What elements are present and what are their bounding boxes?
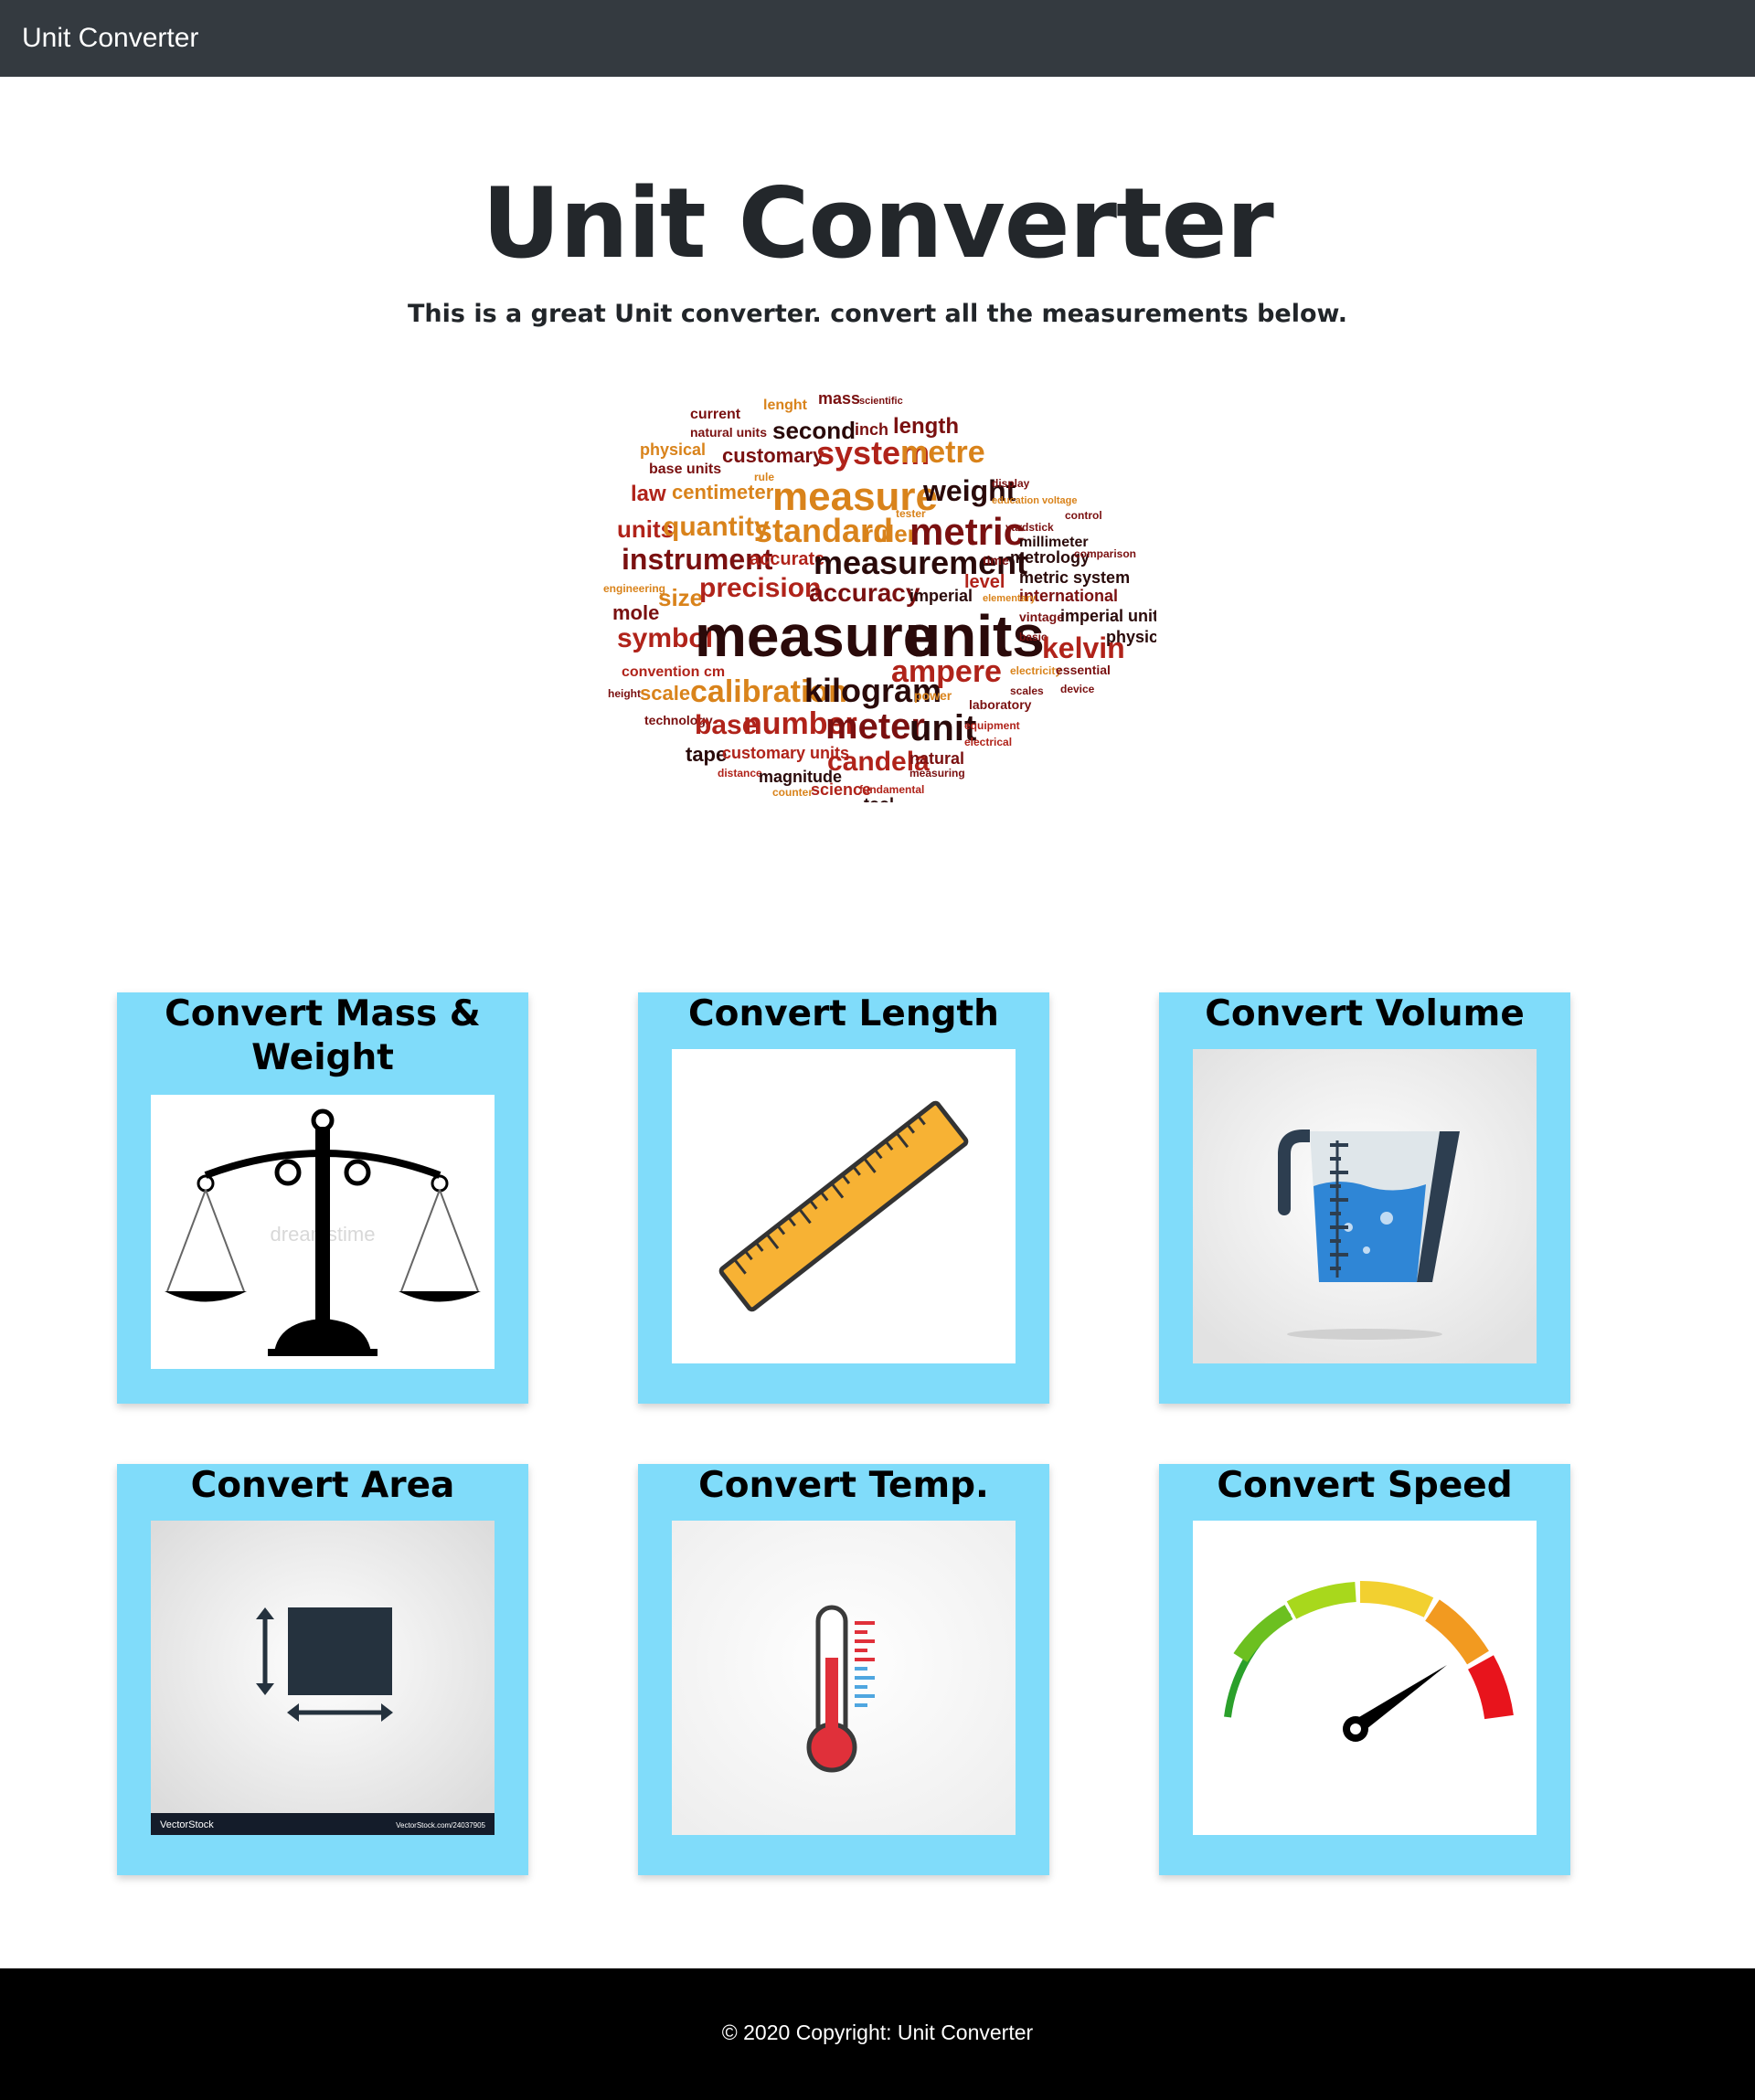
ruler-icon — [672, 1049, 1016, 1363]
svg-text:centimeter: centimeter — [672, 481, 774, 504]
svg-text:physical: physical — [640, 440, 706, 459]
svg-text:law: law — [631, 482, 666, 506]
svg-text:scientific: scientific — [859, 396, 903, 407]
svg-text:yardstick: yardstick — [1005, 521, 1054, 534]
balance-scale-icon: dreamstime — [151, 1095, 495, 1369]
svg-text:imperial: imperial — [909, 587, 973, 605]
svg-text:tape: tape — [686, 743, 727, 766]
svg-text:natural: natural — [909, 749, 964, 768]
svg-text:natural units: natural units — [690, 425, 767, 440]
card-title: Convert Length — [688, 993, 999, 1034]
svg-text:power: power — [914, 688, 952, 703]
svg-text:essential: essential — [1056, 663, 1111, 677]
svg-text:physics: physics — [1106, 628, 1156, 646]
svg-text:vintage: vintage — [1019, 610, 1064, 624]
svg-text:electrical: electrical — [964, 736, 1012, 748]
svg-text:metric system: metric system — [1019, 568, 1130, 587]
footer-copyright: © 2020 Copyright: Unit Converter — [721, 2020, 1034, 2044]
svg-text:level: level — [964, 572, 1005, 592]
page-subtitle: This is a great Unit converter. convert … — [407, 300, 1348, 328]
svg-text:customary: customary — [722, 444, 824, 467]
convert-temp-card[interactable]: Convert Temp. — [638, 1464, 1049, 1875]
convert-mass-weight-card[interactable]: Convert Mass & Weight dreamstime — [117, 992, 528, 1404]
page-title: Unit Converter — [482, 167, 1274, 280]
card-title: Convert Speed — [1217, 1465, 1513, 1506]
svg-text:distance: distance — [718, 767, 762, 780]
card-title: Convert Temp. — [698, 1465, 989, 1506]
svg-text:electric: electric — [827, 801, 866, 802]
svg-text:device: device — [1060, 683, 1095, 695]
convert-length-card[interactable]: Convert Length — [638, 992, 1049, 1404]
svg-text:equipment: equipment — [964, 719, 1020, 732]
speedometer-icon — [1193, 1521, 1537, 1835]
svg-text:current: current — [690, 407, 741, 422]
measuring-jug-icon — [1193, 1049, 1537, 1363]
svg-text:education voltage: education voltage — [992, 495, 1078, 506]
convert-volume-card[interactable]: Convert Volume — [1159, 992, 1570, 1404]
svg-text:mole: mole — [612, 601, 659, 624]
svg-text:metre: metre — [900, 435, 985, 470]
card-title: Convert Volume — [1205, 993, 1525, 1034]
measurement-word-cloud-image: current lenght mass scientific natural u… — [599, 382, 1156, 802]
svg-text:precision: precision — [699, 573, 821, 603]
svg-text:lenght: lenght — [763, 398, 808, 413]
card-title: Convert Mass & Weight — [165, 993, 481, 1078]
svg-text:engineering: engineering — [603, 582, 665, 595]
svg-text:counter: counter — [772, 786, 813, 799]
svg-text:VectorStock.com/24037905: VectorStock.com/24037905 — [396, 1821, 485, 1830]
svg-text:comparison: comparison — [1074, 547, 1136, 560]
svg-text:scale: scale — [640, 682, 690, 705]
top-navbar: Unit Converter — [0, 0, 1755, 77]
page-footer: © 2020 Copyright: Unit Converter — [0, 1968, 1755, 2100]
svg-text:laboratory: laboratory — [969, 697, 1032, 712]
svg-text:electricity: electricity — [1010, 664, 1061, 677]
svg-text:tool: tool — [864, 795, 894, 802]
svg-text:time: time — [983, 553, 1009, 567]
svg-text:scales: scales — [1010, 684, 1044, 697]
svg-text:display: display — [992, 477, 1030, 490]
svg-text:base units: base units — [649, 461, 721, 477]
svg-text:fundamental: fundamental — [859, 783, 924, 796]
thermometer-icon — [672, 1521, 1016, 1835]
svg-text:imperial units: imperial units — [1060, 607, 1156, 625]
svg-text:convention: convention — [622, 664, 699, 680]
card-title: Convert Area — [190, 1465, 455, 1506]
svg-text:mass: mass — [818, 389, 860, 408]
svg-text:measuring: measuring — [909, 767, 965, 780]
svg-text:VectorStock: VectorStock — [160, 1819, 214, 1830]
svg-text:control: control — [1065, 509, 1102, 522]
area-square-icon: VectorStock VectorStock.com/24037905 — [151, 1521, 495, 1835]
svg-text:height: height — [608, 687, 641, 700]
navbar-brand[interactable]: Unit Converter — [22, 22, 198, 55]
convert-area-card[interactable]: Convert Area VectorStock VectorStock.com… — [117, 1464, 528, 1875]
convert-speed-card[interactable]: Convert Speed — [1159, 1464, 1570, 1875]
